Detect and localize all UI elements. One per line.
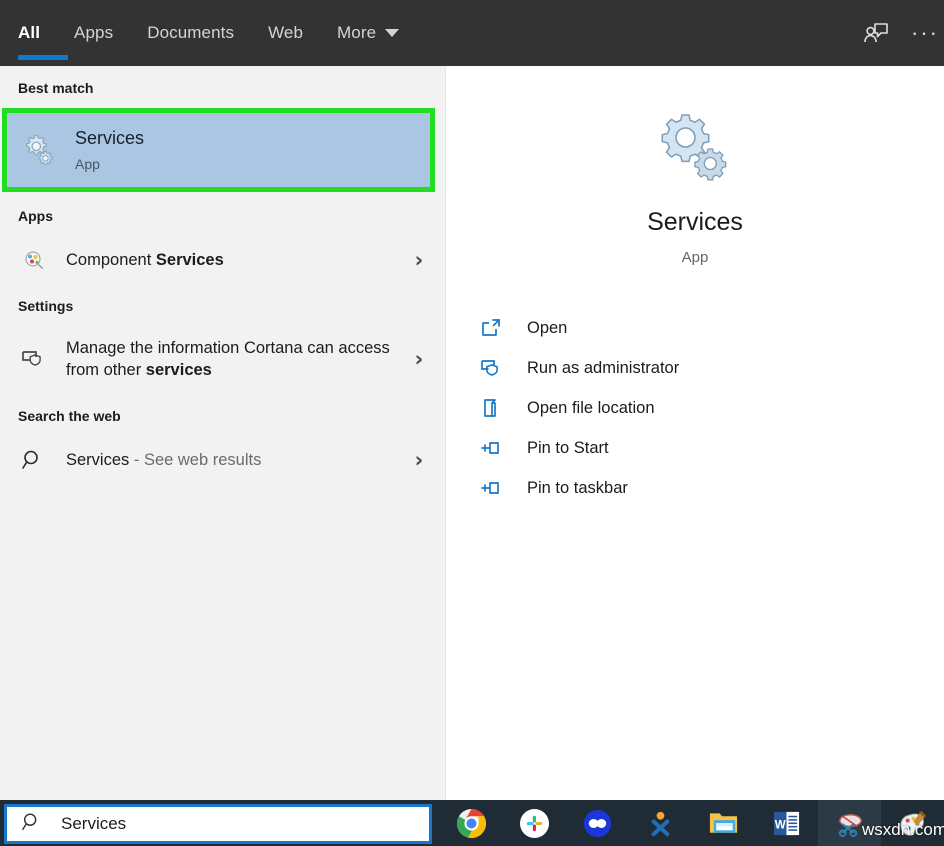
tab-apps[interactable]: Apps: [74, 0, 129, 66]
action-label: Open: [527, 318, 568, 337]
list-item-cortana-privacy[interactable]: Manage the information Cortana can acces…: [0, 324, 445, 394]
tab-more-label: More: [337, 23, 377, 42]
section-header-settings: Settings: [18, 298, 74, 314]
best-match-title: Services: [75, 128, 145, 149]
action-pin-to-taskbar[interactable]: Pin to taskbar: [476, 468, 944, 508]
site-watermark-text: wsxdn.com: [862, 820, 944, 839]
services-gears-icon: [446, 108, 944, 182]
taskbar-item-slack[interactable]: [503, 800, 566, 846]
shield-admin-icon: [476, 357, 506, 379]
tab-documents-label: Documents: [147, 23, 235, 42]
list-item-label: Component Services: [66, 250, 224, 269]
action-label: Pin to taskbar: [527, 478, 628, 497]
tab-all[interactable]: All: [18, 0, 68, 66]
chevron-right-icon[interactable]: ›: [407, 347, 431, 371]
preview-title: Services: [647, 208, 743, 236]
services-gears-icon: [21, 131, 55, 170]
preview-pane: Services App Open Run as administrator O…: [446, 66, 944, 800]
section-header-search-the-web: Search the web: [18, 408, 121, 424]
section-header-best-match: Best match: [18, 80, 94, 96]
search-input-value: Services: [61, 814, 127, 833]
word-icon: W: [773, 811, 800, 835]
file-explorer-icon: [709, 813, 738, 833]
svg-text:W: W: [775, 818, 786, 831]
slack-icon: [519, 808, 550, 838]
best-match-texts: Services App: [75, 128, 144, 172]
preview-header: Services App: [446, 66, 944, 266]
taskbar-item-word[interactable]: W: [755, 800, 818, 846]
tab-documents[interactable]: Documents: [147, 0, 250, 66]
search-icon: [21, 811, 43, 838]
messenger-icon: [583, 809, 612, 837]
chevron-down-icon: [385, 29, 400, 37]
list-item-label: Manage the information Cortana can acces…: [66, 338, 390, 379]
taskbar-search-input[interactable]: Services: [4, 804, 432, 844]
search-icon: [18, 448, 48, 472]
tab-all-label: All: [18, 23, 41, 42]
results-pane: Best match Services App Apps Component S…: [0, 66, 446, 800]
ellipsis-icon[interactable]: ···: [911, 19, 940, 47]
list-item-label: Services - See web results: [66, 450, 262, 469]
list-item-web-search[interactable]: Services - See web results ›: [0, 434, 445, 486]
chevron-right-icon[interactable]: ›: [407, 448, 431, 472]
preview-actions-list: Open Run as administrator Open file loca…: [446, 308, 944, 508]
preview-subtitle: App: [681, 249, 709, 266]
feedback-person-icon[interactable]: [862, 19, 890, 47]
best-match-subtitle: App: [75, 155, 100, 172]
privacy-shield-icon: [18, 346, 48, 372]
tab-web[interactable]: Web: [268, 0, 319, 66]
tab-more[interactable]: More: [337, 0, 415, 66]
action-open[interactable]: Open: [476, 308, 944, 348]
pin-icon: [476, 477, 506, 499]
chevron-right-icon[interactable]: ›: [407, 248, 431, 272]
best-match-result[interactable]: Services App: [0, 108, 445, 194]
folder-location-icon: [476, 397, 506, 419]
snipping-tool-icon: [838, 813, 862, 837]
action-label: Run as administrator: [527, 358, 680, 377]
chrome-icon: [456, 808, 487, 838]
pin-icon: [476, 437, 506, 459]
taskbar-item-x-app[interactable]: [629, 800, 692, 846]
section-header-apps: Apps: [18, 208, 53, 224]
x-app-icon: [651, 811, 670, 836]
open-window-icon: [476, 317, 506, 339]
taskbar-item-file-explorer[interactable]: [692, 800, 755, 846]
best-match-row[interactable]: Services App: [7, 113, 430, 187]
action-pin-to-start[interactable]: Pin to Start: [476, 428, 944, 468]
windows-search-screen: All Apps Documents Web More ··· Best mat…: [0, 0, 944, 846]
action-label: Open file location: [527, 398, 655, 417]
tab-apps-label: Apps: [74, 23, 114, 42]
component-services-icon: [18, 248, 48, 272]
action-run-as-administrator[interactable]: Run as administrator: [476, 348, 944, 388]
taskbar-item-messenger[interactable]: [566, 800, 629, 846]
search-filter-tabs: All Apps Documents Web More: [0, 0, 433, 66]
action-label: Pin to Start: [527, 438, 609, 457]
taskbar-item-chrome[interactable]: [440, 800, 503, 846]
header-actions: ···: [862, 0, 944, 66]
list-item-component-services[interactable]: Component Services ›: [0, 234, 445, 286]
tab-active-underline: [18, 55, 68, 60]
search-header: All Apps Documents Web More ···: [0, 0, 944, 66]
tab-web-label: Web: [268, 23, 304, 42]
action-open-file-location[interactable]: Open file location: [476, 388, 944, 428]
